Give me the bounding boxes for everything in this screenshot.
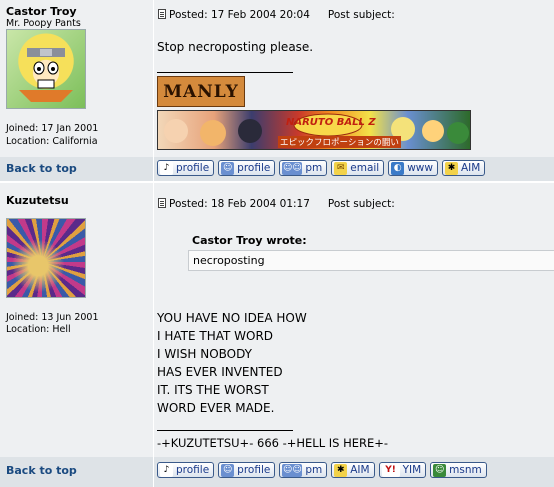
author-name[interactable]: Castor Troy [6, 5, 77, 18]
post-date: Posted: 18 Feb 2004 01:17 [169, 198, 310, 210]
pm-button-label: pm [305, 464, 323, 476]
post-2-author-panel: Kuzutetsu Joined: 13 Jun 2001 Location: … [0, 183, 153, 457]
aim-button[interactable]: ✱ AIM [331, 462, 375, 478]
post-doc-icon[interactable] [158, 198, 166, 208]
author-rank: Mr. Poopy Pants [6, 18, 81, 29]
profile-button[interactable]: ♪ profile [157, 160, 215, 176]
post-1: Castor Troy Mr. Poopy Pants Joined: 17 J… [0, 0, 554, 157]
profile-button-2-label: profile [237, 162, 271, 174]
post-1-footer-right: ♪ profile ☺ profile ☺☺ pm ✉ email ◐ www ✱ AIM [154, 157, 554, 181]
post-message-line-1: YOU HAVE NO IDEA HOW [157, 311, 307, 325]
post-2-footer-right: ♪ profile ☺ profile ☺☺ pm ✱ AIM Y! YIM ☺ msnm [154, 457, 554, 487]
aim-button-label: AIM [460, 162, 481, 174]
post-2-footer: Back to top ♪ profile ☺ profile ☺☺ pm ✱ AIM … [0, 457, 554, 487]
post-message-line-3: I WISH NOBODY [157, 347, 253, 361]
users-icon: ☺☺ [282, 463, 303, 477]
yim-button-label: YIM [402, 464, 422, 476]
post-message-line-2: I HATE THAT WORD [157, 329, 274, 343]
post-message-line-4: HAS EVER INVENTED [157, 365, 283, 379]
avatar [6, 29, 86, 109]
aim-button-label: AIM [350, 464, 370, 476]
msnm-button-label: msnm [449, 464, 482, 476]
signature-divider [157, 72, 293, 73]
pm-button[interactable]: ☺☺ pm [279, 160, 328, 176]
profile-button-2[interactable]: ☺ profile [218, 160, 276, 176]
profile-button[interactable]: ♪ profile [157, 462, 215, 478]
post-date: Posted: 17 Feb 2004 20:04 [169, 9, 310, 21]
pm-button-label: pm [305, 162, 323, 174]
www-button[interactable]: ◐ www [388, 160, 438, 176]
post-1-body: Posted: 17 Feb 2004 20:04 Post subject: S… [154, 0, 554, 157]
location: Location: Hell [6, 324, 71, 335]
msn-buddy-icon: ☺ [433, 463, 447, 477]
post-2-footer-left: Back to top [0, 457, 153, 487]
join-date: Joined: 17 Jan 2001 [6, 123, 99, 134]
post-subject: Post subject: [327, 198, 395, 210]
pm-button[interactable]: ☺☺ pm [279, 462, 328, 478]
user-icon: ☺ [221, 463, 235, 477]
post-2-body: Posted: 18 Feb 2004 01:17 Post subject: C… [154, 183, 554, 457]
location: Location: California [6, 136, 98, 147]
avatar [6, 218, 86, 298]
sig-banner-manly-text: MANLY [163, 81, 239, 102]
note-icon: ♪ [160, 463, 173, 477]
yim-button[interactable]: Y! YIM [378, 462, 427, 478]
post-2-action-buttons: ♪ profile ☺ profile ☺☺ pm ✱ AIM Y! YIM ☺ msnm [157, 462, 487, 478]
profile-button-label: profile [176, 162, 210, 174]
email-button-label: email [350, 162, 380, 174]
post-header: Posted: 17 Feb 2004 20:04 Post subject: [158, 9, 395, 21]
envelope-icon: ✉ [334, 161, 348, 175]
yahoo-icon: Y! [381, 463, 400, 477]
msnm-button[interactable]: ☺ msnm [430, 462, 487, 478]
post-message-line-6: WORD EVER MADE. [157, 401, 275, 415]
back-to-top-link[interactable]: Back to top [6, 464, 77, 477]
naruto-banner-subtitle: エピックフロポーションの闘い [278, 136, 401, 148]
naruto-banner-title: NARUTO BALL Z [286, 117, 376, 128]
post-1-footer-left: Back to top [0, 157, 153, 181]
profile-button-2-label: profile [237, 464, 271, 476]
users-icon: ☺☺ [282, 161, 303, 175]
profile-button-label: profile [176, 464, 210, 476]
post-1-action-buttons: ♪ profile ☺ profile ☺☺ pm ✉ email ◐ www ✱ AIM [157, 160, 486, 176]
post-2: Kuzutetsu Joined: 13 Jun 2001 Location: … [0, 183, 554, 457]
sig-banner-manly: MANLY [157, 76, 245, 107]
note-icon: ♪ [160, 161, 173, 175]
profile-button-2[interactable]: ☺ profile [218, 462, 276, 478]
user-icon: ☺ [221, 161, 235, 175]
sig-banner-naruto: NARUTO BALL Z エピックフロポーションの闘い [157, 110, 471, 150]
email-button[interactable]: ✉ email [331, 160, 385, 176]
post-message: Stop necroposting please. [157, 40, 314, 54]
post-1-footer: Back to top ♪ profile ☺ profile ☺☺ pm ✉ emai… [0, 157, 554, 181]
post-doc-icon[interactable] [158, 9, 166, 19]
signature-divider [157, 430, 293, 431]
back-to-top-link[interactable]: Back to top [6, 162, 77, 175]
post-message-line-5: IT. ITS THE WORST [157, 383, 269, 397]
signature-text: -+KUZUTETSU+- 666 -+HELL IS HERE+- [157, 436, 389, 450]
aim-runner-icon: ✱ [444, 161, 458, 175]
aim-runner-icon: ✱ [334, 463, 348, 477]
aim-button[interactable]: ✱ AIM [441, 160, 486, 176]
quote-author: Castor Troy wrote: [192, 234, 307, 247]
post-1-author-panel: Castor Troy Mr. Poopy Pants Joined: 17 J… [0, 0, 153, 157]
globe-icon: ◐ [391, 161, 405, 175]
avatar-face-icon [19, 48, 73, 102]
post-subject: Post subject: [327, 9, 395, 21]
www-button-label: www [407, 162, 433, 174]
quote-box: necroposting [188, 250, 554, 271]
post-header: Posted: 18 Feb 2004 01:17 Post subject: [158, 198, 395, 210]
author-name[interactable]: Kuzutetsu [6, 194, 69, 207]
